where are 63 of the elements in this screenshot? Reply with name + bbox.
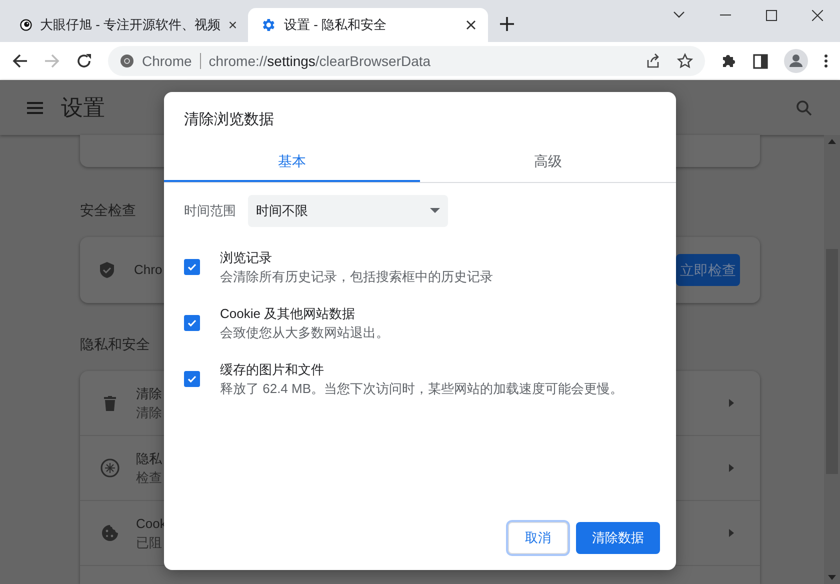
reload-icon[interactable] xyxy=(76,53,92,69)
avatar-icon[interactable] xyxy=(784,49,808,73)
option-title: 浏览记录 xyxy=(220,248,273,266)
option-title: 缓存的图片和文件 xyxy=(220,360,325,378)
arrow-right-icon xyxy=(729,399,734,407)
browser-tab[interactable]: 大眼仔旭 - 专注开源软件、视频 xyxy=(8,8,248,42)
scroll-up-icon[interactable] xyxy=(828,139,836,144)
shield-check-icon xyxy=(100,262,114,278)
chevron-down-icon[interactable] xyxy=(673,11,685,19)
row-title: 隐私 xyxy=(136,450,162,468)
section-heading: 安全检查 xyxy=(80,201,136,220)
time-range-label: 时间范围 xyxy=(184,202,236,220)
caret-icon xyxy=(430,208,440,213)
back-arrow-icon[interactable] xyxy=(12,53,28,69)
search-icon[interactable] xyxy=(796,100,812,116)
puzzle-icon[interactable] xyxy=(721,53,737,69)
tab-title: 大眼仔旭 - 专注开源软件、视频 xyxy=(40,16,221,34)
arrow-right-icon xyxy=(729,464,734,472)
close-icon[interactable] xyxy=(228,20,236,30)
row-title: 清除 xyxy=(136,385,162,403)
close-icon[interactable] xyxy=(812,10,822,20)
row-text: Chro xyxy=(134,261,162,280)
side-panel-icon[interactable] xyxy=(753,54,768,68)
trash-icon xyxy=(104,396,116,410)
scroll-down-icon[interactable] xyxy=(828,575,836,580)
address-bar[interactable]: Chrome chrome://settings/clearBrowserData xyxy=(108,46,705,76)
chrome-logo-icon xyxy=(120,54,134,68)
eye-logo-icon xyxy=(20,17,32,33)
time-range-dropdown[interactable]: 时间不限 xyxy=(248,194,448,226)
arrow-right-icon xyxy=(729,529,734,537)
cancel-button[interactable]: 取消 xyxy=(508,522,568,554)
row-subtitle: 检查 xyxy=(136,469,162,487)
compass-icon xyxy=(100,458,120,478)
dialog-tab[interactable]: 基本 xyxy=(164,144,420,182)
maximize-icon[interactable] xyxy=(766,10,776,20)
scrollbar[interactable] xyxy=(824,135,840,584)
cookie-icon xyxy=(101,524,119,542)
gear-icon xyxy=(260,17,276,33)
share-icon[interactable] xyxy=(645,53,661,69)
option-description: 释放了 62.4 MB。当您下次访问时，某些网站的加载速度可能会更慢。 xyxy=(220,380,624,398)
row-subtitle: 清除 xyxy=(136,404,162,422)
tab-title: 设置 - 隐私和安全 xyxy=(284,16,388,34)
page-title: 设置 xyxy=(61,94,105,122)
option-title: Cookie 及其他网站数据 xyxy=(220,304,356,322)
option-description: 会清除所有历史记录，包括搜索框中的历史记录 xyxy=(220,268,493,286)
section-heading: 隐私和安全 xyxy=(80,335,150,354)
dialog-title: 清除浏览数据 xyxy=(184,110,275,130)
more-icon[interactable] xyxy=(824,54,828,68)
checkbox[interactable] xyxy=(184,258,200,274)
minimize-icon[interactable] xyxy=(720,14,730,16)
close-icon[interactable] xyxy=(466,20,476,30)
star-icon[interactable] xyxy=(677,53,693,69)
dialog-tab[interactable]: 高级 xyxy=(420,144,676,182)
new-tab-icon[interactable] xyxy=(500,17,514,31)
option-description: 会致使您从大多数网站退出。 xyxy=(220,324,389,342)
site-label: Chrome xyxy=(142,52,192,70)
checkbox[interactable] xyxy=(184,314,200,330)
checkbox[interactable] xyxy=(184,370,200,386)
url-text: chrome://settings/clearBrowserData xyxy=(208,52,431,71)
clear-data-button[interactable]: 清除数据 xyxy=(576,522,660,554)
menu-icon[interactable] xyxy=(27,102,43,114)
row-subtitle: 已阻 xyxy=(136,534,163,552)
browser-tab[interactable]: 设置 - 隐私和安全 xyxy=(248,8,488,42)
